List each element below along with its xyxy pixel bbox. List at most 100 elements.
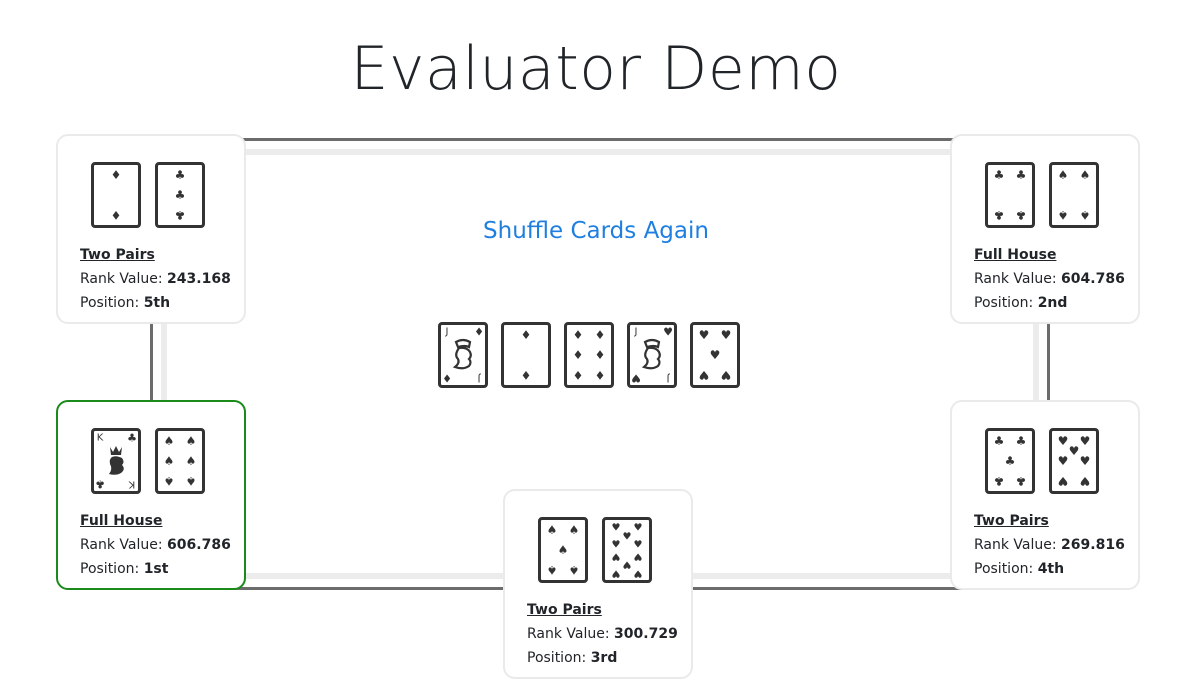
svg-text:♥: ♥ [634,540,643,551]
rank-value: Rank Value: 300.729 [527,626,678,642]
svg-text:♥: ♥ [623,532,632,543]
card-face-hearts-icon: ♥ ♥♥♥ ♥ [699,328,732,382]
hand-name: Two Pairs [527,602,602,618]
position: Position: 3rd [527,650,618,666]
svg-text:♣: ♣ [1016,168,1027,182]
svg-text:J: J [445,327,449,338]
svg-text:♥: ♥ [633,551,642,562]
shuffle-cards-link[interactable]: Shuffle Cards Again [483,218,709,244]
card-face-hearts-icon: ♥ ♥♥♥ ♥♥ ♥♥♥ ♥ [611,523,643,579]
svg-text:♠: ♠ [569,563,580,577]
svg-text:♥: ♥ [631,372,641,385]
hole-card: ♣ ♣ ♣ [155,162,205,228]
svg-text:♣: ♣ [1016,434,1027,448]
svg-text:♥: ♥ [710,348,721,362]
rank-value: Rank Value: 604.786 [974,271,1125,287]
community-card: ♦ ♦ [501,322,551,388]
svg-text:♠: ♠ [1058,208,1069,222]
card-face-clubs-icon: ♣ ♣ ♣ [175,168,186,222]
hole-card: ♣ ♣ ♣ ♣ [985,162,1035,228]
position: Position: 2nd [974,295,1068,311]
svg-text:♣: ♣ [1016,474,1027,488]
svg-text:♥: ♥ [611,551,620,562]
hole-card: ♥ ♥ ♥ ♥ ♥ ♥ ♥ [1049,428,1099,494]
svg-text:J: J [634,327,638,338]
svg-text:♠: ♠ [164,434,175,448]
community-card: J ♥ ♥ J [627,322,677,388]
svg-text:♣: ♣ [994,208,1005,222]
svg-text:♥: ♥ [622,559,631,570]
hole-cards: K ♣ ♣ K ♠ ♠ ♠ ♠ ♠ ♠ [91,428,205,494]
hole-card: K ♣ ♣ K [91,428,141,494]
svg-text:♦: ♦ [111,168,122,182]
svg-text:♠: ♠ [1058,168,1069,182]
svg-text:♥: ♥ [663,326,673,339]
hole-card: ♦ ♦ [91,162,141,228]
svg-text:♥: ♥ [1080,474,1091,488]
card-face-diamonds-icon: ♦♦ [521,328,532,382]
card-face-diamonds-icon: ♦♦ [111,168,122,222]
svg-text:♣: ♣ [994,474,1005,488]
svg-text:♥: ♥ [1069,444,1080,458]
svg-text:♥: ♥ [1058,454,1069,468]
svg-text:♥: ♥ [634,523,643,534]
player-panel-winner: K ♣ ♣ K ♠ ♠ ♠ ♠ ♠ ♠ Full House Rank Value: 606.7… [56,400,246,590]
rank-value: Rank Value: 269.816 [974,537,1125,553]
svg-text:♠: ♠ [164,454,175,468]
hole-card: ♠ ♠ ♠ ♠ [1049,162,1099,228]
page-title: Evaluator Demo [350,34,842,104]
svg-text:♠: ♠ [1080,208,1091,222]
svg-text:♦: ♦ [442,372,452,385]
player-panel: ♣ ♣ ♣ ♣ ♣ ♥ ♥ ♥ ♥ ♥ ♥ ♥ Two Pairs Rank Value: 269.… [950,400,1140,590]
hole-card: ♠ ♠ ♠ ♠ ♠ [538,517,588,583]
svg-text:♠: ♠ [547,523,558,537]
hand-name: Two Pairs [80,247,155,263]
card-face-diamonds-icon: ♦ ♦ ♦ ♦ ♦ ♦ [573,328,606,382]
svg-text:♦: ♦ [521,328,532,342]
card-face-hearts-icon: ♥ ♥♥♥ ♥♥ ♥ [1058,434,1091,488]
player-panel: ♣ ♣ ♣ ♣ ♠ ♠ ♠ ♠ Full House Rank Value: 604.786… [950,134,1140,324]
svg-text:♥: ♥ [1080,454,1091,468]
hole-cards: ♦ ♦ ♣ ♣ ♣ [91,162,205,228]
svg-text:♠: ♠ [186,454,197,468]
svg-text:♥: ♥ [633,568,642,579]
svg-text:♦: ♦ [474,326,484,339]
card-face-diamonds-icon: J ♦ ♦ J [442,326,484,385]
svg-text:J: J [478,373,482,384]
svg-text:♠: ♠ [547,563,558,577]
rank-value: Rank Value: 243.168 [80,271,231,287]
svg-text:♣: ♣ [994,434,1005,448]
player-panel: ♦ ♦ ♣ ♣ ♣ Two Pairs Rank Value: 243.168 Pos… [56,134,246,324]
svg-text:♥: ♥ [612,523,621,534]
card-face-clubs-icon: K ♣ ♣ K [95,432,137,491]
hand-name: Full House [80,513,163,529]
svg-text:♥: ♥ [721,368,732,382]
svg-text:♦: ♦ [595,328,606,342]
position: Position: 1st [80,561,169,577]
community-card: J ♦ ♦ J [438,322,488,388]
svg-text:♦: ♦ [521,368,532,382]
svg-text:♥: ♥ [612,540,621,551]
svg-text:♥: ♥ [699,328,710,342]
card-face-spades-icon: ♠ ♠ ♠ ♠ ♠ ♠ [164,434,197,488]
community-cards: J ♦ ♦ J ♦ ♦ ♦ ♦ ♦ ♦ ♦ ♦ J ♥ ♥ J ♥ ♥ ♥ ♥ ♥ [438,322,740,390]
position: Position: 4th [974,561,1065,577]
hand-name: Two Pairs [974,513,1049,529]
hand-name: Full House [974,247,1057,263]
svg-text:♥: ♥ [1080,434,1091,448]
svg-text:♠: ♠ [1080,168,1091,182]
svg-text:♣: ♣ [175,208,186,222]
svg-text:♣: ♣ [1016,208,1027,222]
hole-cards: ♣ ♣ ♣ ♣ ♠ ♠ ♠ ♠ [985,162,1099,228]
svg-text:♥: ♥ [611,568,620,579]
svg-text:♦: ♦ [573,328,584,342]
hole-card: ♣ ♣ ♣ ♣ ♣ [985,428,1035,494]
position: Position: 5th [80,295,171,311]
svg-text:♠: ♠ [569,523,580,537]
card-face-clubs-icon: ♣ ♣♣♣ ♣ [994,434,1027,488]
svg-text:♦: ♦ [595,348,606,362]
svg-text:K: K [97,433,104,444]
svg-text:♦: ♦ [573,348,584,362]
svg-text:♣: ♣ [175,168,186,182]
community-card: ♥ ♥ ♥ ♥ ♥ [690,322,740,388]
